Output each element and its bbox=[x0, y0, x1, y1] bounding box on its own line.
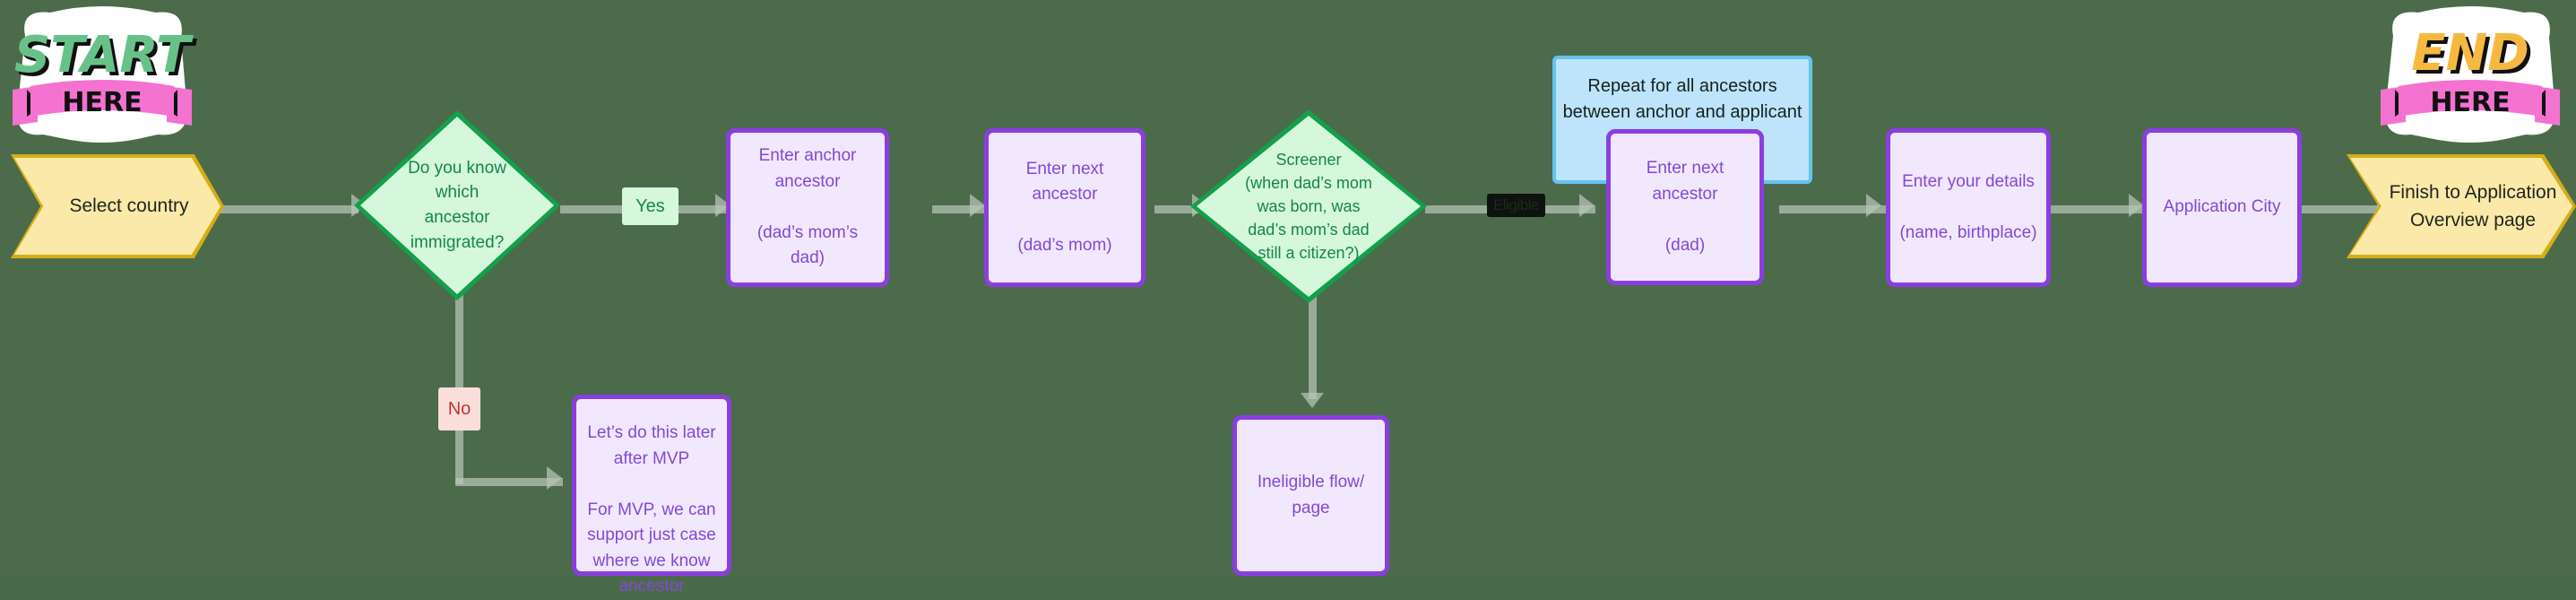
connector-no-down bbox=[455, 426, 463, 484]
repeat-group-title: Repeat for all ancestors between anchor … bbox=[1562, 76, 1802, 122]
connector-decision-down bbox=[455, 287, 463, 395]
finish-label: Finish to Application Overview page bbox=[2389, 181, 2557, 231]
edge-label-no: No bbox=[438, 387, 480, 430]
select-country-fill: Select country bbox=[14, 158, 220, 255]
enter-your-details-label: Enter your details (name, birthplace) bbox=[1899, 171, 2037, 242]
node-enter-next-ancestor-1[interactable]: Enter next ancestor (dad’s mom) bbox=[984, 128, 1145, 287]
edge-label-no-text: No bbox=[447, 398, 471, 419]
node-later-after-mvp[interactable]: Let’s do this later after MVP For MVP, w… bbox=[572, 395, 731, 596]
arrowhead-to-details bbox=[1866, 194, 1881, 217]
arrowhead-to-ineligible bbox=[1301, 393, 1324, 408]
node-finish-to-overview[interactable]: Finish to Application Overview page bbox=[2347, 154, 2576, 258]
later-after-mvp-label: Let’s do this later after MVP For MVP, w… bbox=[587, 423, 716, 596]
node-ineligible-flow[interactable]: Ineligible flow/ page bbox=[1232, 415, 1389, 576]
arrowhead-to-mvp bbox=[547, 466, 562, 490]
edge-label-eligible: Eligible bbox=[1487, 194, 1545, 217]
node-screener-decision[interactable]: Screener (when dad’s mom was born, was d… bbox=[1190, 109, 1427, 303]
know-ancestor-label: Do you know which ancestor immigrated? bbox=[408, 158, 506, 252]
enter-next-ancestor-1-label: Enter next ancestor (dad’s mom) bbox=[1017, 159, 1112, 256]
edge-label-yes-text: Yes bbox=[635, 196, 665, 216]
connector-decision-to-yes bbox=[560, 205, 627, 213]
flowchart-canvas: START START HERE END END HERE Select cou… bbox=[0, 0, 2576, 596]
connector-country-to-decision bbox=[220, 205, 359, 213]
end-sticker: END END HERE bbox=[2375, 4, 2565, 156]
finish-fill: Finish to Application Overview page bbox=[2350, 158, 2572, 255]
node-application-city[interactable]: Application City bbox=[2142, 128, 2302, 287]
edge-label-eligible-text: Eligible bbox=[1493, 196, 1539, 213]
connector-screener-down bbox=[1309, 296, 1317, 399]
ineligible-flow-label: Ineligible flow/ page bbox=[1257, 473, 1365, 517]
node-know-ancestor-decision[interactable]: Do you know which ancestor immigrated? bbox=[354, 110, 560, 300]
application-city-label: Application City bbox=[2163, 197, 2281, 217]
node-select-country[interactable]: Select country bbox=[11, 154, 224, 258]
screener-label: Screener (when dad’s mom was born, was d… bbox=[1245, 150, 1372, 263]
enter-next-ancestor-2-label: Enter next ancestor (dad) bbox=[1646, 159, 1725, 255]
edge-label-yes: Yes bbox=[622, 187, 679, 225]
enter-anchor-ancestor-label: Enter anchor ancestor (dad’s mom’s dad) bbox=[756, 146, 859, 268]
arrowhead-to-next1 bbox=[970, 194, 985, 217]
arrowhead-to-group bbox=[1579, 194, 1595, 217]
node-enter-anchor-ancestor[interactable]: Enter anchor ancestor (dad’s mom’s dad) bbox=[726, 128, 889, 287]
node-enter-next-ancestor-2[interactable]: Enter next ancestor (dad) bbox=[1606, 129, 1764, 285]
select-country-label: Select country bbox=[69, 196, 189, 217]
start-sticker: START START HERE bbox=[7, 4, 197, 156]
start-word: START bbox=[14, 26, 194, 84]
end-banner-label: HERE bbox=[2430, 87, 2510, 118]
start-banner-label: HERE bbox=[62, 87, 142, 118]
node-enter-your-details[interactable]: Enter your details (name, birthplace) bbox=[1886, 128, 2051, 287]
end-word: END bbox=[2411, 24, 2529, 83]
